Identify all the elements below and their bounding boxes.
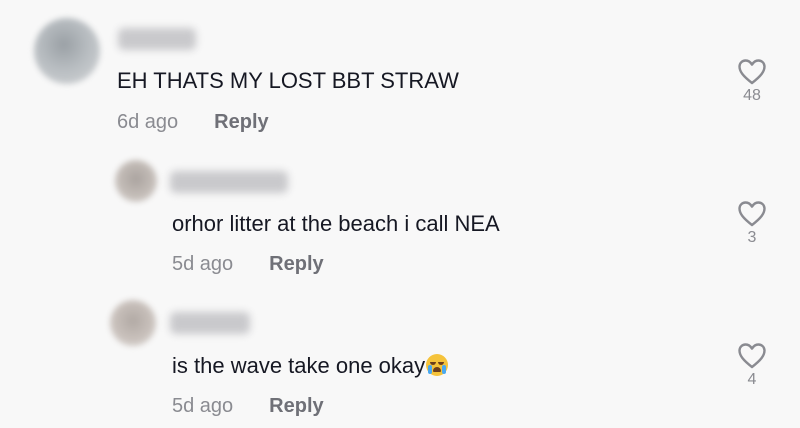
- avatar[interactable]: [110, 300, 156, 346]
- like-button[interactable]: 4: [732, 342, 772, 389]
- avatar[interactable]: [115, 160, 157, 202]
- like-button[interactable]: 3: [732, 200, 772, 247]
- like-button[interactable]: 48: [732, 58, 772, 105]
- reply-button[interactable]: Reply: [269, 253, 323, 275]
- reply-button[interactable]: Reply: [269, 395, 323, 417]
- heart-icon: [738, 201, 766, 227]
- comment-item: EH THATS MY LOST BBT STRAW 6d ago Reply 4…: [0, 0, 800, 145]
- avatar[interactable]: [34, 18, 100, 84]
- comment-text: EH THATS MY LOST BBT STRAW: [117, 68, 459, 93]
- reply-comment-item: orhor litter at the beach i call NEA 5d …: [0, 145, 800, 287]
- comment-text: orhor litter at the beach i call NEA: [172, 211, 500, 236]
- comment-age: 5d ago: [172, 253, 234, 275]
- username-blurred[interactable]: [170, 171, 288, 193]
- username-blurred[interactable]: [118, 28, 196, 50]
- comment-text: is the wave take one okay: [172, 353, 449, 379]
- comment-age: 6d ago: [117, 111, 179, 133]
- heart-icon: [738, 59, 766, 85]
- comment-meta: 5d ago Reply: [172, 252, 324, 276]
- comment-meta: 5d ago Reply: [172, 394, 324, 418]
- comment-meta: 6d ago Reply: [117, 110, 269, 134]
- like-count: 48: [743, 87, 761, 104]
- reply-button[interactable]: Reply: [214, 111, 268, 133]
- reply-comment-item: is the wave take one okay 5d ago Reply 4: [0, 287, 800, 428]
- comment-age: 5d ago: [172, 395, 234, 417]
- username-blurred[interactable]: [170, 312, 250, 334]
- heart-icon: [738, 343, 766, 369]
- like-count: 3: [747, 229, 757, 246]
- like-count: 4: [747, 371, 757, 388]
- loudly-crying-face-icon: [426, 354, 449, 376]
